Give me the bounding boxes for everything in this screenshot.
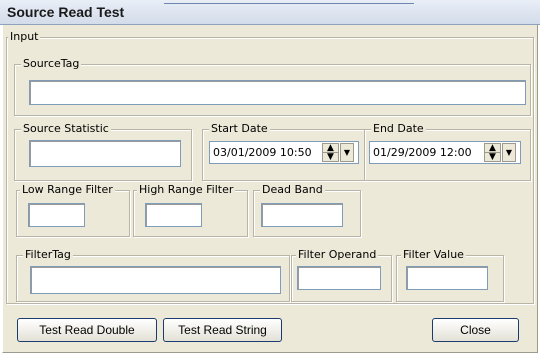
spin-down-icon[interactable]: ▼ [323,153,338,162]
close-button[interactable]: Close [432,318,519,342]
source-statistic-input[interactable] [29,140,181,167]
start-date-value[interactable]: 03/01/2009 10:50 [213,146,312,159]
start-date-spinner[interactable]: ▲ ▼ [322,143,339,162]
dead-band-input[interactable] [261,203,343,227]
filter-operand-input[interactable] [297,266,381,290]
filter-value-input[interactable] [406,266,488,290]
test-read-double-button[interactable]: Test Read Double [17,318,157,342]
filter-value-label: Filter Value [401,248,466,261]
title-bar[interactable]: Source Read Test [0,0,540,25]
end-date-picker[interactable]: 01/29/2009 12:00 ▲ ▼ ▼ [369,141,521,164]
low-range-filter-label: Low Range Filter [20,183,115,196]
filter-tag-input[interactable] [30,266,281,294]
end-date-spinner[interactable]: ▲ ▼ [484,143,501,162]
dead-band-label: Dead Band [260,183,325,196]
test-read-string-button[interactable]: Test Read String [163,318,282,342]
spin-down-icon[interactable]: ▼ [485,153,500,162]
source-tag-input[interactable] [29,80,526,105]
source-tag-label: SourceTag [21,57,82,70]
high-range-filter-input[interactable] [145,203,202,227]
end-date-value[interactable]: 01/29/2009 12:00 [373,146,472,159]
low-range-filter-input[interactable] [28,203,85,227]
input-group-label: Input [8,30,41,43]
filter-tag-label: FilterTag [23,248,73,261]
end-date-dropdown-icon[interactable]: ▼ [502,143,516,162]
title-bar-divider [164,3,414,4]
filter-operand-label: Filter Operand [296,248,379,261]
high-range-filter-label: High Range Filter [137,183,236,196]
start-date-picker[interactable]: 03/01/2009 10:50 ▲ ▼ ▼ [209,141,359,164]
start-date-label: Start Date [209,122,270,135]
end-date-label: End Date [371,122,426,135]
start-date-dropdown-icon[interactable]: ▼ [340,143,354,162]
window-title: Source Read Test [7,4,125,20]
source-statistic-label: Source Statistic [21,122,111,135]
dialog-body: Input SourceTag Source Statistic Start D… [2,25,538,353]
